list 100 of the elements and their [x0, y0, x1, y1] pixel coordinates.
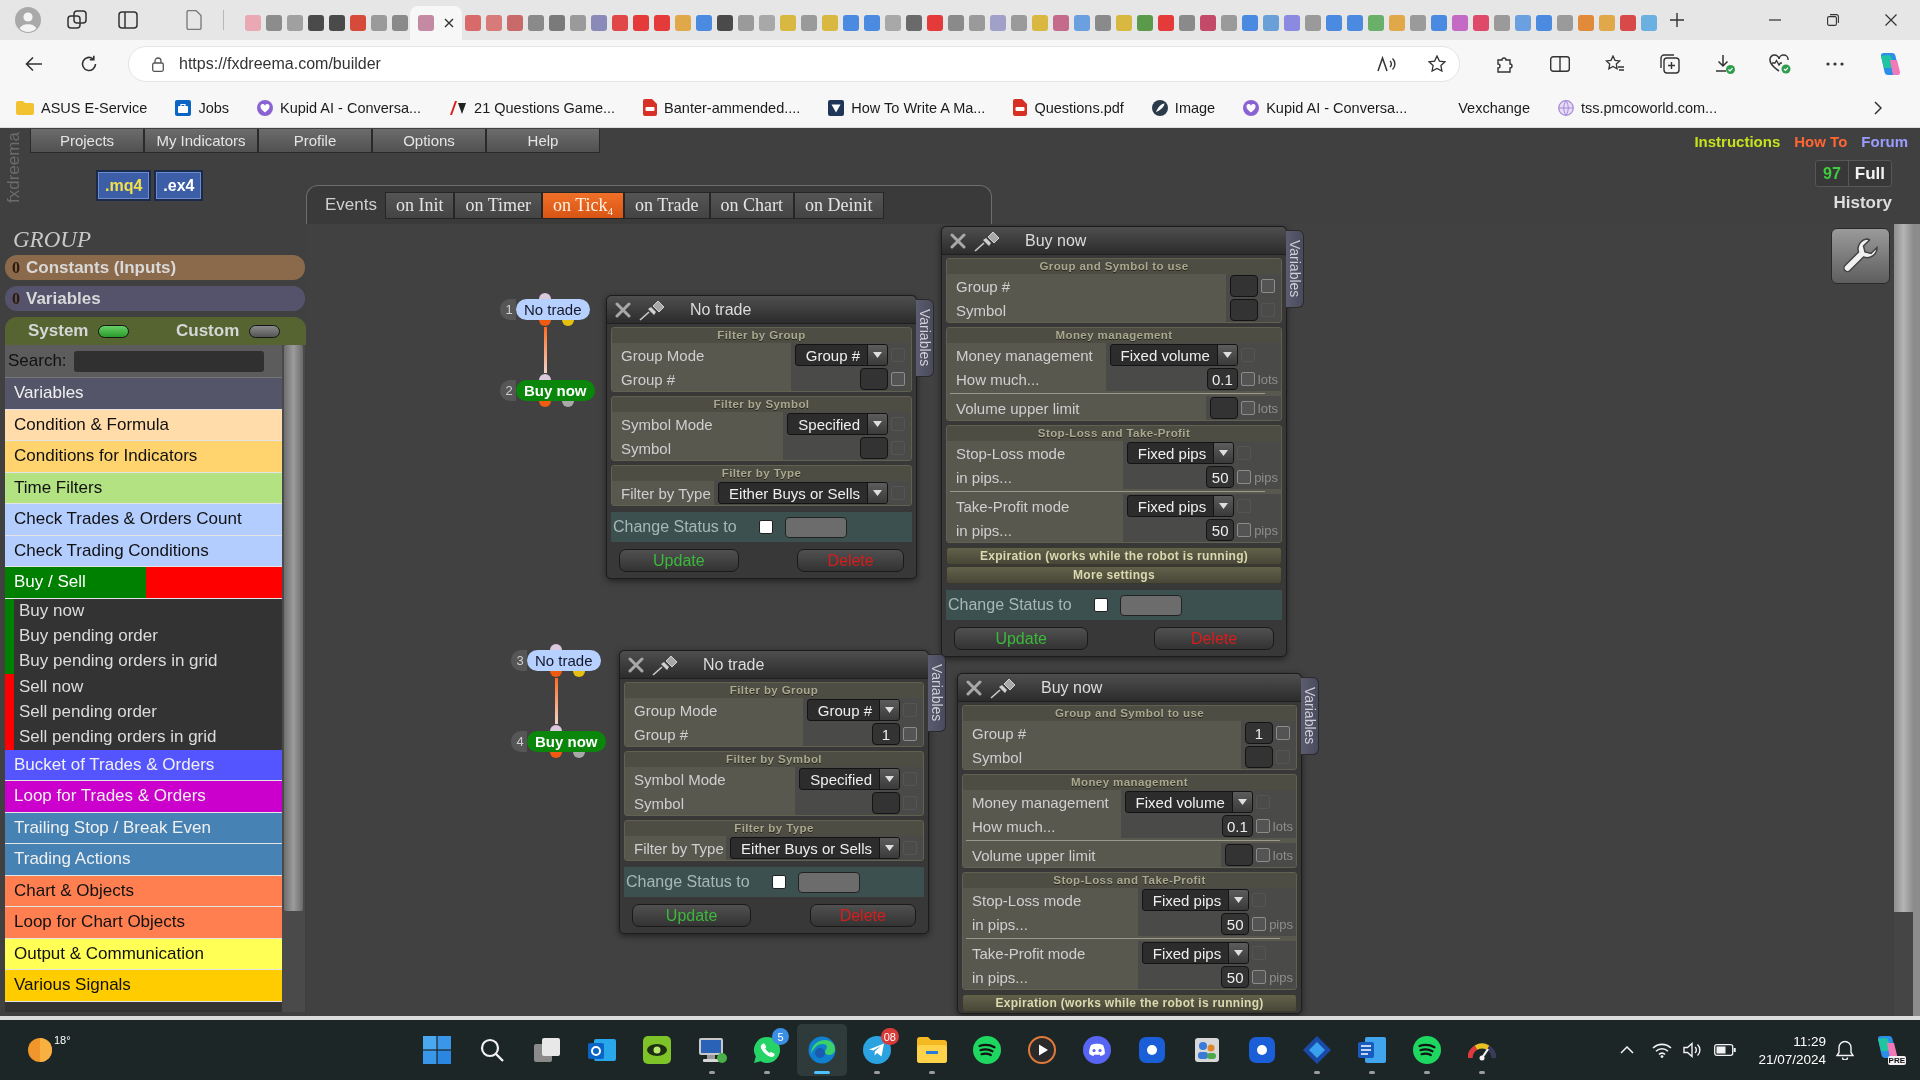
checkbox[interactable] [1252, 970, 1267, 984]
checkbox[interactable] [759, 520, 773, 534]
bookmark-link[interactable]: 21 Questions Game... [441, 92, 624, 123]
flow-node[interactable]: Buy now [527, 731, 606, 752]
input-field[interactable] [1209, 397, 1238, 419]
dropdown[interactable]: Specified [799, 768, 900, 790]
dropdown[interactable]: Fixed pips [1141, 889, 1250, 911]
input-field[interactable]: 50 [1221, 966, 1250, 988]
bookmark-link[interactable]: Banter-ammended.... [635, 92, 809, 123]
menu-item[interactable]: Options [372, 129, 486, 153]
bookmark-link[interactable]: Kupid AI - Conversa... [249, 92, 430, 123]
block-item[interactable]: Sell now [14, 674, 282, 700]
checkbox[interactable] [1255, 819, 1270, 833]
clock-button[interactable]: 11:29 21/07/2024 [1758, 1033, 1826, 1067]
checkbox[interactable] [1255, 848, 1270, 862]
dropdown[interactable]: Fixed volume [1109, 344, 1238, 366]
tray-overflow-button[interactable] [1620, 1046, 1635, 1054]
dropdown[interactable]: Either Buys or Sells [718, 482, 888, 504]
toggle-switch[interactable] [98, 324, 130, 338]
bookmark-link[interactable]: ASUS E-Service [8, 92, 156, 123]
category-item[interactable]: Output & Communication [5, 938, 282, 971]
dropdown[interactable]: Group # [806, 699, 900, 721]
block-item[interactable]: Sell pending orders in grid [14, 724, 282, 750]
category-item[interactable]: Loop for Trades & Orders [5, 781, 282, 813]
checkbox[interactable] [1094, 598, 1108, 612]
export-button[interactable]: .ex4 [154, 170, 204, 201]
collapsed-section[interactable]: Expiration (works while the robot is running) [962, 994, 1297, 1012]
checkbox[interactable] [903, 727, 917, 741]
menu-item[interactable]: Help [486, 129, 600, 153]
variables-tab[interactable]: Variables [1301, 677, 1319, 755]
input-field[interactable]: 0.1 [1206, 368, 1238, 390]
event-tab[interactable]: on Tick$_{4}$ [542, 191, 625, 219]
checkbox[interactable] [1252, 917, 1267, 931]
update-button[interactable]: Update [954, 627, 1089, 650]
checkbox[interactable] [1261, 279, 1275, 293]
flow-node[interactable]: No trade [527, 650, 601, 671]
collapsed-section[interactable]: More settings [946, 566, 1282, 584]
bookmark-link[interactable]: Jobs [167, 92, 237, 123]
notifications-button[interactable] [1836, 1040, 1854, 1060]
update-button[interactable]: Update [632, 904, 752, 927]
input-field[interactable]: 50 [1221, 913, 1250, 935]
weather-button[interactable]: 18° [27, 1037, 71, 1063]
checkbox[interactable] [891, 372, 905, 386]
bookmark-link[interactable]: Vexchange [1427, 92, 1538, 123]
header-link[interactable]: How To [1794, 133, 1848, 150]
input-field[interactable]: 1 [872, 723, 900, 745]
header-link[interactable]: Instructions [1694, 133, 1781, 150]
flow-node[interactable]: No trade [516, 299, 590, 320]
event-tab[interactable]: on Init [385, 191, 455, 219]
category-item[interactable]: Loop for Chart Objects [5, 907, 282, 939]
menu-item[interactable]: Profile [258, 129, 372, 153]
input-field[interactable] [860, 437, 888, 459]
view-button[interactable]: Full [1847, 161, 1891, 186]
status-input[interactable] [785, 516, 847, 538]
variables-tab[interactable]: Variables [916, 299, 934, 377]
scrollbar-thumb[interactable] [1894, 224, 1913, 912]
category-item[interactable]: Trailing Stop / Break Even [5, 812, 282, 845]
input-field[interactable]: 1 [1245, 722, 1273, 744]
category-item[interactable]: Bucket of Trades & Orders [5, 749, 282, 782]
input-field[interactable] [1230, 275, 1258, 297]
bookmark-link[interactable]: Image [1143, 92, 1224, 123]
dropdown[interactable]: Fixed pips [1141, 942, 1250, 964]
variables-tab[interactable]: Variables [1286, 230, 1304, 308]
input-field[interactable] [872, 792, 900, 814]
variables-tab[interactable]: Variables [928, 654, 946, 732]
taskbar-app[interactable] [797, 1024, 847, 1076]
flow-node[interactable]: Buy now [516, 380, 595, 401]
network-button[interactable] [1652, 1042, 1673, 1058]
scrollbar-thumb[interactable] [284, 345, 303, 911]
dropdown[interactable]: Fixed pips [1126, 442, 1235, 464]
event-tab[interactable]: on Trade [624, 191, 710, 219]
checkbox[interactable] [772, 875, 786, 889]
address-field[interactable]: https://fxdreema.com/builder [128, 46, 1460, 82]
dropdown[interactable]: Either Buys or Sells [730, 837, 900, 859]
checkbox[interactable] [1240, 401, 1255, 415]
category-item[interactable]: Check Trades & Orders Count [5, 504, 282, 536]
category-item[interactable]: Buy / Sell [5, 567, 282, 599]
input-field[interactable]: 50 [1206, 519, 1235, 541]
input-field[interactable]: 50 [1206, 466, 1235, 488]
checkbox[interactable] [1237, 523, 1252, 537]
bookmark-link[interactable]: How To Write A Ma... [820, 92, 994, 123]
taskbar-app[interactable]: 08 [852, 1024, 902, 1076]
status-input[interactable] [1120, 594, 1182, 616]
dropdown[interactable]: Specified [787, 413, 888, 435]
category-item[interactable]: Conditions for Indicators [5, 441, 282, 473]
block-item[interactable]: Buy pending order [14, 623, 282, 649]
category-item[interactable]: Trading Actions [5, 844, 282, 876]
toggle-switch[interactable] [249, 324, 281, 338]
export-button[interactable]: .mq4 [96, 170, 152, 201]
category-item[interactable]: Variables [5, 378, 282, 410]
group-bar[interactable]: 0 Variables [5, 286, 305, 311]
collapsed-section[interactable]: Expiration (works while the robot is running) [946, 547, 1282, 565]
dropdown[interactable]: Fixed pips [1126, 495, 1235, 517]
copilot-button[interactable]: PRE [1874, 1035, 1906, 1065]
checkbox[interactable] [1240, 372, 1255, 386]
checkbox[interactable] [1237, 470, 1252, 484]
status-input[interactable] [798, 871, 860, 893]
tools-button[interactable] [1831, 228, 1890, 284]
block-item[interactable]: Buy now [14, 598, 282, 624]
dropdown[interactable]: Fixed volume [1124, 791, 1253, 813]
